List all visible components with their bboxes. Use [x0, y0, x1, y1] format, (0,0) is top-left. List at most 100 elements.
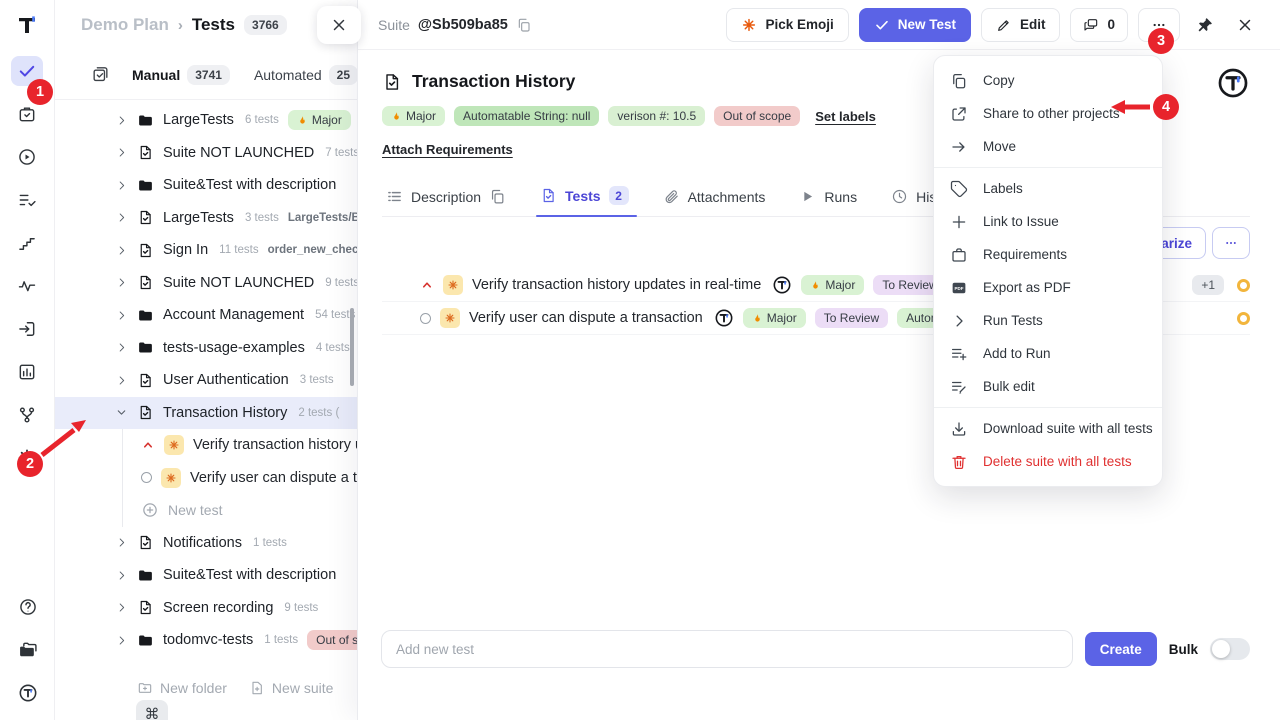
tree-scrollbar[interactable]: [350, 308, 354, 386]
pick-emoji-button[interactable]: Pick Emoji: [726, 8, 848, 42]
select-all-icon[interactable]: [91, 65, 110, 84]
menu-item-link-to-issue[interactable]: Link to Issue: [934, 205, 1162, 238]
tree-row[interactable]: LargeTests6 testsMajor: [55, 104, 357, 137]
menu-item-add-to-run[interactable]: Add to Run: [934, 337, 1162, 370]
tab-attachments[interactable]: Attachments: [663, 188, 766, 216]
rail-item-bar-chart[interactable]: [11, 357, 43, 387]
run-status-dot[interactable]: [1237, 279, 1250, 292]
description-list-icon: [386, 188, 403, 205]
rail-item-t-circle[interactable]: [12, 678, 44, 708]
menu-item-label: Link to Issue: [983, 214, 1059, 229]
badge-text: Major: [767, 311, 797, 325]
create-button[interactable]: Create: [1085, 632, 1157, 666]
tab-tests[interactable]: Tests2: [540, 186, 629, 216]
tree-row[interactable]: Suite&Test with description: [55, 169, 357, 202]
menu-item-run-tests[interactable]: Run Tests: [934, 304, 1162, 337]
test-badge[interactable]: Major: [743, 308, 806, 328]
tree-test-row[interactable]: Verify transaction history updates in re…: [123, 429, 357, 462]
close-drawer-button[interactable]: [1230, 8, 1260, 42]
ellipsis-icon: [1224, 236, 1238, 250]
badge-text: verison #: 10.5: [617, 109, 696, 123]
breadcrumb-section[interactable]: Tests: [192, 15, 235, 35]
test-badge[interactable]: To Review: [815, 308, 888, 328]
menu-item-delete-suite-with-all-tests[interactable]: Delete suite with all tests: [934, 445, 1162, 478]
menu-item-move[interactable]: Move: [934, 130, 1162, 163]
tab-description[interactable]: Description: [386, 188, 506, 216]
tree-row[interactable]: tests-usage-examples4 tests: [55, 332, 357, 365]
tree-row[interactable]: User Authentication3 tests: [55, 364, 357, 397]
avatar[interactable]: [1216, 66, 1250, 100]
tab-manual-label: Manual: [132, 67, 180, 83]
test-badge[interactable]: Major: [801, 275, 864, 295]
chevron-right-icon: [115, 211, 128, 224]
app-logo-icon[interactable]: [12, 10, 42, 40]
menu-item-labels[interactable]: Labels: [934, 172, 1162, 205]
set-labels-link[interactable]: Set labels: [815, 109, 876, 124]
tree-test-row[interactable]: Verify user can dispute a transaction: [123, 462, 357, 495]
run-status-dot[interactable]: [1237, 312, 1250, 325]
comments-button[interactable]: 0: [1070, 8, 1128, 42]
tree-row[interactable]: Notifications1 tests: [55, 527, 357, 560]
menu-item-copy[interactable]: Copy: [934, 64, 1162, 97]
tree-row-meta: 9 tests: [325, 277, 357, 289]
tree-row[interactable]: Transaction History2 tests (: [55, 397, 357, 430]
doc-check-icon: [540, 187, 557, 204]
menu-item-bulk-edit[interactable]: Bulk edit: [934, 370, 1162, 403]
tree-row-badge[interactable]: Out of scope: [307, 630, 357, 650]
tab-manual[interactable]: Manual 3741: [132, 65, 230, 85]
copy-suite-id-button[interactable]: [516, 17, 532, 33]
menu-item-requirements[interactable]: Requirements: [934, 238, 1162, 271]
tree-row[interactable]: Account Management54 tests: [55, 299, 357, 332]
rail-item-import[interactable]: [11, 314, 43, 344]
tree-row-badge[interactable]: Major: [288, 110, 351, 130]
rail-item-stairs[interactable]: [11, 228, 43, 258]
tree-row[interactable]: LargeTests3 testsLargeTests/B: [55, 202, 357, 235]
new-folder-button[interactable]: New folder: [137, 680, 227, 696]
history-icon: [891, 188, 908, 205]
add-test-input[interactable]: [381, 630, 1073, 668]
comments-count: 0: [1107, 17, 1115, 32]
suite-label-badge[interactable]: Out of scope: [714, 106, 800, 126]
menu-item-download-suite-with-all-tests[interactable]: Download suite with all tests: [934, 412, 1162, 445]
new-test-button[interactable]: New Test: [859, 8, 971, 42]
rail-item-branch[interactable]: [11, 400, 43, 430]
rail-item-help[interactable]: [12, 592, 44, 622]
more-badges-count[interactable]: +1: [1192, 275, 1224, 295]
tree-new-test-button[interactable]: New test: [123, 494, 357, 527]
tree-row-label: tests-usage-examples: [163, 340, 305, 356]
drawer-collapse-button[interactable]: [317, 6, 361, 44]
manual-count-badge: 3741: [187, 65, 230, 85]
tree-row[interactable]: Sign In11 testsorder_new_check: [55, 234, 357, 267]
breadcrumb-project[interactable]: Demo Plan: [81, 15, 169, 35]
rail-item-folders[interactable]: [12, 635, 44, 665]
doc-check-icon: [137, 372, 154, 389]
menu-item-share-to-other-projects[interactable]: Share to other projects: [934, 97, 1162, 130]
suite-label-badge[interactable]: verison #: 10.5: [608, 106, 705, 126]
pin-button[interactable]: [1190, 8, 1220, 42]
arrow-right-icon: [950, 138, 968, 156]
bulk-toggle[interactable]: [1210, 638, 1250, 660]
folder-icon: [137, 112, 154, 129]
tree-row[interactable]: Screen recording9 tests: [55, 592, 357, 625]
pick-emoji-label: Pick Emoji: [765, 17, 833, 32]
rail-item-pulse[interactable]: [11, 271, 43, 301]
tree-row[interactable]: Suite NOT LAUNCHED9 tests: [55, 267, 357, 300]
tree-row-label: LargeTests: [163, 210, 234, 226]
tab-runs[interactable]: Runs: [799, 188, 857, 216]
flame-icon: [297, 115, 308, 126]
suite-label-badge[interactable]: Major: [382, 106, 445, 126]
tree-row[interactable]: todomvc-tests1 testsOut of scope: [55, 624, 357, 657]
tree-row[interactable]: Suite&Test with description: [55, 559, 357, 592]
tests-more-button[interactable]: [1212, 227, 1250, 259]
rail-item-play-circle[interactable]: [11, 142, 43, 172]
edit-button[interactable]: Edit: [981, 8, 1061, 42]
new-suite-button[interactable]: New suite: [249, 680, 333, 696]
menu-item-export-as-pdf[interactable]: Export as PDF: [934, 271, 1162, 304]
tests-total-count: 3766: [244, 15, 287, 35]
suite-label-badge[interactable]: Automatable String: null: [454, 106, 599, 126]
tab-automated[interactable]: Automated 25: [254, 65, 357, 85]
tree-row[interactable]: Suite NOT LAUNCHED7 tests: [55, 137, 357, 170]
rail-item-list-check[interactable]: [11, 185, 43, 215]
command-key-hint[interactable]: ⌘: [136, 700, 168, 720]
attach-requirements-link[interactable]: Attach Requirements: [382, 142, 513, 157]
